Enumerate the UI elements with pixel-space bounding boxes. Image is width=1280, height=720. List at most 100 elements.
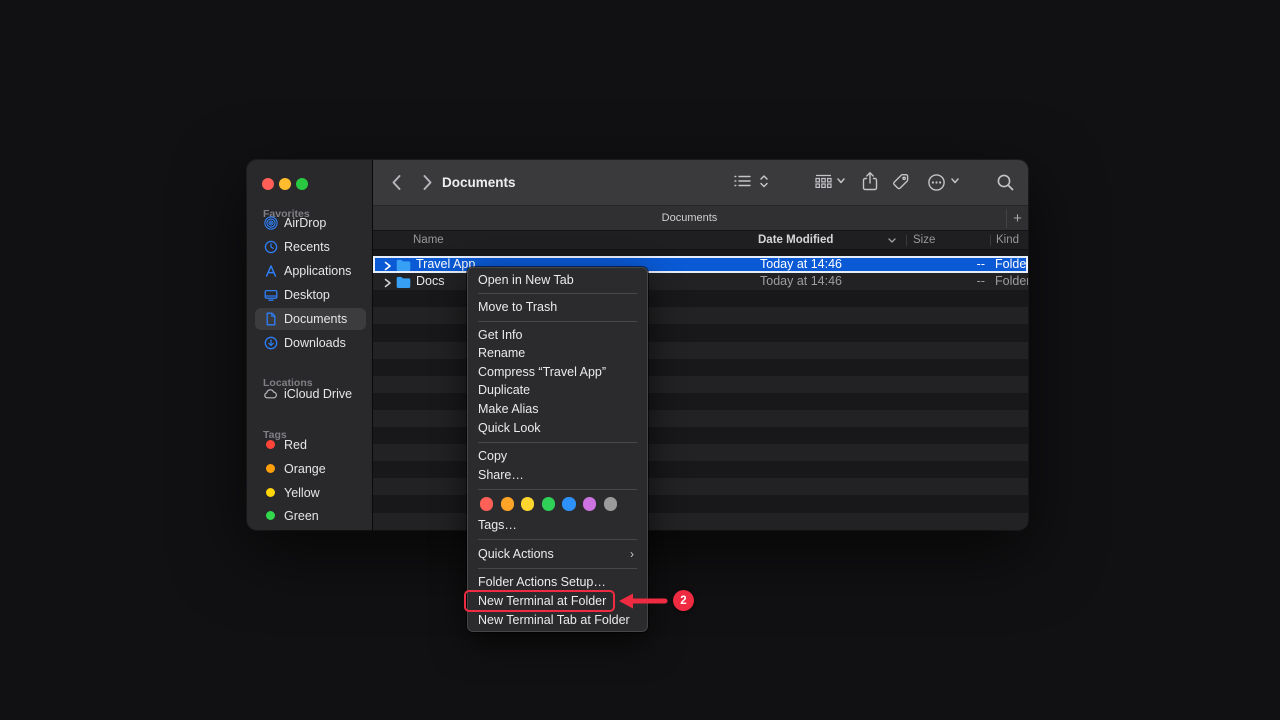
- menu-item-compress-travel-app[interactable]: Compress “Travel App”: [472, 363, 643, 382]
- toolbar: Documents: [373, 160, 1028, 205]
- sidebar-item-label: Yellow: [284, 486, 320, 500]
- menu-item-tags[interactable]: Tags…: [472, 516, 643, 535]
- column-header-kind[interactable]: Kind: [996, 234, 1019, 246]
- column-header-size[interactable]: Size: [913, 234, 935, 246]
- tag-color-icon[interactable]: [604, 497, 617, 510]
- document-icon: [262, 312, 279, 326]
- disclosure-chevron-icon[interactable]: [384, 277, 392, 291]
- tag-color-icon[interactable]: [521, 497, 534, 510]
- zoom-window-button[interactable]: [296, 178, 308, 190]
- sidebar-item-desktop[interactable]: Desktop: [255, 284, 366, 306]
- tag-color-icon[interactable]: [480, 497, 493, 510]
- forward-icon[interactable]: [422, 174, 433, 191]
- sidebar-item-red[interactable]: Red: [255, 434, 366, 456]
- sidebar-item-icloud-drive[interactable]: iCloud Drive: [255, 383, 366, 405]
- desktop-background: FavoritesAirDropRecentsApplicationsDeskt…: [0, 0, 1280, 720]
- chevron-down-icon[interactable]: [950, 177, 960, 185]
- cloud-icon: [262, 387, 279, 401]
- search-icon[interactable]: [996, 173, 1015, 192]
- context-menu: Open in New Tab Move to Trash Get Info Rena…: [467, 267, 648, 632]
- submenu-chevron-icon: ›: [630, 545, 634, 564]
- view-list-icon[interactable]: [733, 173, 752, 189]
- menu-item-quick-look[interactable]: Quick Look: [472, 419, 643, 438]
- view-toggle-chevrons-icon[interactable]: [759, 174, 769, 189]
- downloads-icon: [262, 336, 279, 350]
- sidebar-item-yellow[interactable]: Yellow: [255, 482, 366, 504]
- tab-documents[interactable]: Documents: [373, 206, 1006, 230]
- menu-item-open-in-new-tab[interactable]: Open in New Tab: [472, 271, 643, 290]
- folder-icon: [396, 276, 411, 291]
- close-window-button[interactable]: [262, 178, 274, 190]
- sidebar-item-downloads[interactable]: Downloads: [255, 332, 366, 354]
- sidebar-item-label: Downloads: [284, 336, 346, 350]
- disclosure-chevron-icon[interactable]: [384, 260, 392, 274]
- more-icon[interactable]: [927, 173, 946, 192]
- minimize-window-button[interactable]: [279, 178, 291, 190]
- menu-item-quick-actions[interactable]: Quick Actions ›: [472, 545, 643, 564]
- menu-separator: [478, 293, 637, 294]
- chevron-down-icon[interactable]: [836, 177, 846, 185]
- back-icon[interactable]: [391, 174, 402, 191]
- menu-item-label: Open in New Tab: [478, 273, 574, 287]
- file-date-modified: Today at 14:46: [760, 256, 842, 273]
- sidebar-item-label: AirDrop: [284, 216, 326, 230]
- annotation-highlight-box: [464, 590, 615, 613]
- sidebar-item-documents[interactable]: Documents: [255, 308, 366, 330]
- tag-circle-icon: [262, 486, 279, 500]
- menu-item-duplicate[interactable]: Duplicate: [472, 381, 643, 400]
- group-icon[interactable]: [813, 173, 834, 190]
- tag-icon[interactable]: [892, 173, 911, 192]
- menu-item-label: Duplicate: [478, 383, 530, 397]
- menu-item-share[interactable]: Share…: [472, 466, 643, 485]
- menu-item-rename[interactable]: Rename: [472, 344, 643, 363]
- sidebar-item-recents[interactable]: Recents: [255, 236, 366, 258]
- column-header-date-modified[interactable]: Date Modified: [758, 234, 833, 246]
- sidebar-item-orange[interactable]: Orange: [255, 458, 366, 480]
- menu-item-label: Get Info: [478, 328, 522, 342]
- window-title: Documents: [442, 175, 516, 190]
- menu-item-label: Make Alias: [478, 402, 538, 416]
- file-size: --: [933, 273, 985, 290]
- tab-bar: Documents +: [373, 205, 1028, 231]
- menu-item-label: Folder Actions Setup…: [478, 575, 606, 589]
- new-tab-button[interactable]: +: [1007, 206, 1028, 230]
- menu-item-label: Copy: [478, 449, 507, 463]
- menu-item-new-terminal-tab-at-folder[interactable]: New Terminal Tab at Folder: [472, 611, 643, 630]
- menu-item-label: Share…: [478, 468, 524, 482]
- menu-item-label: Move to Trash: [478, 300, 557, 314]
- tag-circle-icon: [262, 462, 279, 476]
- sidebar-item-label: Recents: [284, 240, 330, 254]
- sidebar-item-airdrop[interactable]: AirDrop: [255, 212, 366, 234]
- file-kind: Folder: [995, 273, 1028, 290]
- sort-chevron-icon[interactable]: [887, 237, 897, 245]
- menu-item-copy[interactable]: Copy: [472, 447, 643, 466]
- sidebar-item-green[interactable]: Green: [255, 505, 366, 527]
- tag-color-icon[interactable]: [501, 497, 514, 510]
- sidebar-item-applications[interactable]: Applications: [255, 260, 366, 282]
- menu-item-get-info[interactable]: Get Info: [472, 326, 643, 345]
- file-name: Docs: [416, 273, 444, 290]
- menu-item-label: New Terminal Tab at Folder: [478, 613, 630, 627]
- airdrop-icon: [262, 216, 279, 230]
- menu-item-label: Compress “Travel App”: [478, 365, 606, 379]
- folder-icon: [396, 259, 411, 274]
- menu-separator: [478, 489, 637, 490]
- column-header-name[interactable]: Name: [413, 234, 444, 246]
- menu-item-make-alias[interactable]: Make Alias: [472, 400, 643, 419]
- column-divider[interactable]: [990, 235, 991, 246]
- file-kind: Folder: [995, 256, 1028, 273]
- tag-color-icon[interactable]: [562, 497, 575, 510]
- menu-item-label: Quick Actions: [478, 547, 554, 561]
- file-date-modified: Today at 14:46: [760, 273, 842, 290]
- sidebar-item-label: Applications: [284, 264, 351, 278]
- annotation-step-badge: 2: [673, 590, 694, 611]
- menu-item-label: Rename: [478, 346, 525, 360]
- menu-separator: [478, 568, 637, 569]
- column-divider[interactable]: [906, 235, 907, 246]
- menu-item-move-to-trash[interactable]: Move to Trash: [472, 298, 643, 317]
- tag-circle-icon: [262, 438, 279, 452]
- share-icon[interactable]: [861, 171, 879, 192]
- tag-color-icon[interactable]: [583, 497, 596, 510]
- menu-separator: [478, 539, 637, 540]
- tag-color-icon[interactable]: [542, 497, 555, 510]
